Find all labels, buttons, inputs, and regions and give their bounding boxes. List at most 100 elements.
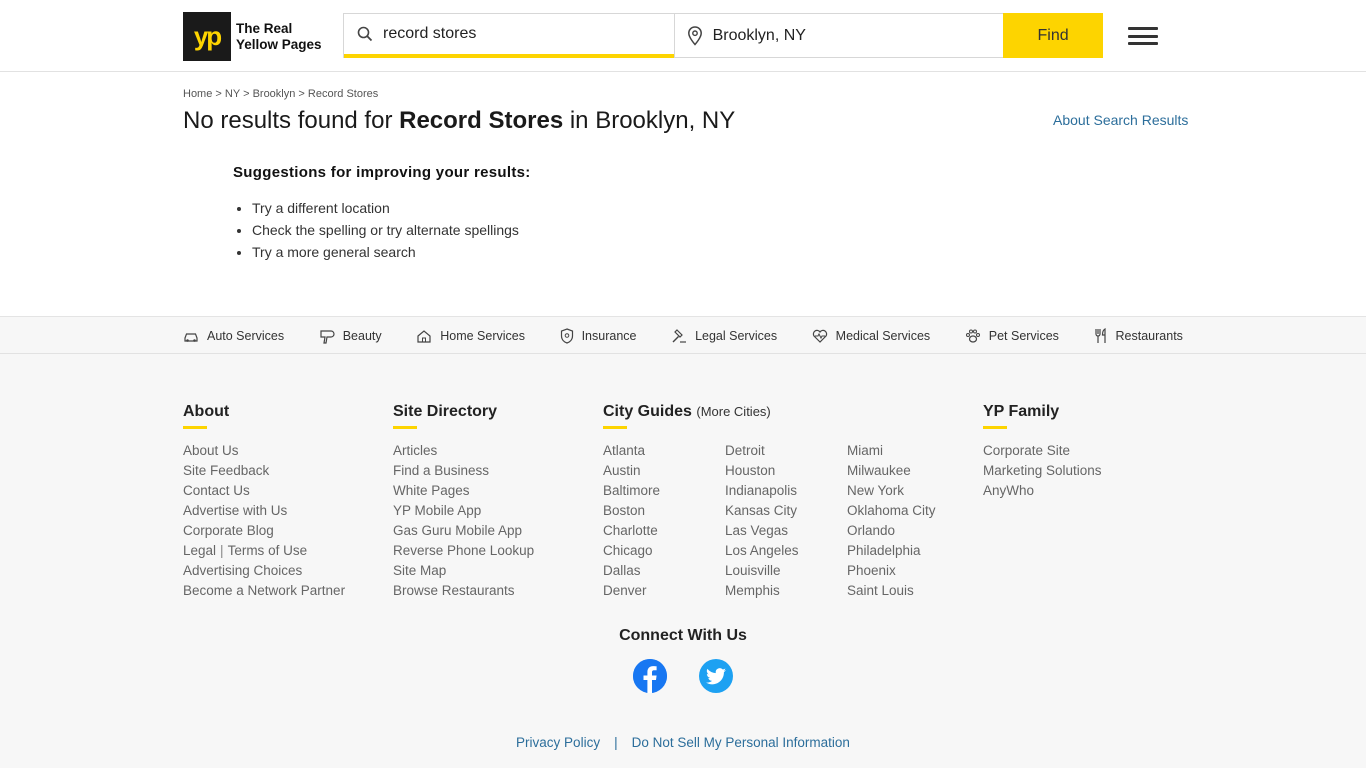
headline-term: Record Stores	[399, 107, 564, 134]
footer-directory-title: Site Directory	[393, 403, 534, 429]
city-link[interactable]: Baltimore	[603, 481, 725, 501]
category-legal-services[interactable]: Legal Services	[671, 328, 777, 344]
city-link[interactable]: Oklahoma City	[847, 501, 969, 521]
footer-link-legal[interactable]: Legal	[183, 543, 216, 558]
city-link[interactable]: Denver	[603, 581, 725, 601]
cities-title-text: City Guides	[603, 403, 692, 420]
footer-link[interactable]: Advertise with Us	[183, 501, 345, 521]
category-label: Auto Services	[207, 328, 285, 343]
city-link[interactable]: Orlando	[847, 521, 969, 541]
search-input[interactable]	[383, 25, 633, 43]
legal-divider: |	[614, 735, 618, 750]
city-link[interactable]: Charlotte	[603, 521, 725, 541]
city-link[interactable]: Chicago	[603, 541, 725, 561]
suggestions-list: Try a different location Check the spell…	[233, 197, 531, 263]
suggestion-item: Check the spelling or try alternate spel…	[252, 219, 531, 241]
site-header: yp The Real Yellow Pages Find	[0, 0, 1366, 72]
city-link[interactable]: Los Angeles	[725, 541, 847, 561]
yp-logo[interactable]: yp The Real Yellow Pages	[183, 12, 322, 61]
house-icon	[417, 329, 431, 343]
breadcrumb-sep: >	[298, 88, 305, 100]
car-icon	[184, 332, 198, 342]
city-link[interactable]: Milwaukee	[847, 461, 969, 481]
twitter-link[interactable]	[699, 659, 733, 693]
do-not-sell-link[interactable]: Do Not Sell My Personal Information	[632, 735, 850, 750]
footer-link[interactable]: Corporate Blog	[183, 521, 345, 541]
heart-pulse-icon	[812, 329, 827, 343]
category-label: Pet Services	[988, 328, 1059, 343]
footer-link[interactable]: Marketing Solutions	[983, 461, 1102, 481]
hairdryer-icon	[320, 329, 335, 344]
city-link[interactable]: Las Vegas	[725, 521, 847, 541]
logo-line2: Yellow Pages	[236, 36, 322, 52]
city-link[interactable]: Indianapolis	[725, 481, 847, 501]
legal-terms-row: Legal | Terms of Use	[183, 541, 345, 561]
footer-link[interactable]: Find a Business	[393, 461, 534, 481]
footer-about: About About Us Site Feedback Contact Us …	[183, 403, 345, 601]
footer-site-directory: Site Directory Articles Find a Business …	[393, 403, 534, 601]
category-label: Insurance	[581, 328, 637, 343]
location-field[interactable]	[673, 14, 1004, 57]
category-insurance[interactable]: Insurance	[560, 327, 637, 344]
privacy-policy-link[interactable]: Privacy Policy	[516, 735, 600, 750]
about-search-results-link[interactable]: About Search Results	[1053, 112, 1188, 128]
breadcrumb-current: Record Stores	[307, 88, 379, 100]
footer-link[interactable]: Advertising Choices	[183, 561, 345, 581]
city-link[interactable]: Louisville	[725, 561, 847, 581]
suggestion-item: Try a different location	[252, 197, 531, 219]
logo-mark-text: yp	[193, 21, 222, 51]
city-link[interactable]: Philadelphia	[847, 541, 969, 561]
city-link[interactable]: Memphis	[725, 581, 847, 601]
connect-heading: Connect With Us	[619, 627, 747, 644]
category-medical-services[interactable]: Medical Services	[812, 328, 930, 343]
facebook-link[interactable]	[633, 659, 667, 693]
results-area: Home > NY > Brooklyn > Record Stores No …	[0, 72, 1366, 317]
location-input[interactable]	[712, 26, 963, 45]
city-link[interactable]: Atlanta	[603, 441, 725, 461]
footer-link[interactable]: White Pages	[393, 481, 534, 501]
category-label: Medical Services	[835, 328, 931, 343]
city-link[interactable]: Detroit	[725, 441, 847, 461]
category-beauty[interactable]: Beauty	[319, 328, 382, 344]
category-bar: Auto Services Beauty Home Services Insur…	[0, 317, 1366, 354]
breadcrumb-home[interactable]: Home	[183, 88, 212, 100]
facebook-icon	[633, 659, 667, 693]
city-link[interactable]: Boston	[603, 501, 725, 521]
city-link[interactable]: Austin	[603, 461, 725, 481]
logo-text: The Real Yellow Pages	[236, 21, 322, 53]
city-link[interactable]: Dallas	[603, 561, 725, 581]
footer-link[interactable]: Site Feedback	[183, 461, 345, 481]
category-label: Legal Services	[695, 328, 778, 343]
city-link[interactable]: Phoenix	[847, 561, 969, 581]
category-home-services[interactable]: Home Services	[416, 328, 525, 344]
footer-link[interactable]: AnyWho	[983, 481, 1102, 501]
breadcrumb-state[interactable]: NY	[225, 88, 240, 100]
search-bar: Find	[343, 13, 1103, 58]
footer-link[interactable]: Corporate Site	[983, 441, 1102, 461]
footer-link[interactable]: Reverse Phone Lookup	[393, 541, 534, 561]
footer-link[interactable]: Contact Us	[183, 481, 345, 501]
city-link[interactable]: Saint Louis	[847, 581, 969, 601]
category-auto-services[interactable]: Auto Services	[183, 329, 284, 343]
city-link[interactable]: Miami	[847, 441, 969, 461]
footer-link[interactable]: About Us	[183, 441, 345, 461]
find-button[interactable]: Find	[1003, 13, 1103, 58]
search-icon	[357, 26, 373, 42]
footer-link[interactable]: Articles	[393, 441, 534, 461]
category-pet-services[interactable]: Pet Services	[965, 328, 1059, 344]
footer-link[interactable]: Site Map	[393, 561, 534, 581]
search-term-field[interactable]	[344, 14, 674, 58]
breadcrumb-city[interactable]: Brooklyn	[253, 88, 296, 100]
city-link[interactable]: Kansas City	[725, 501, 847, 521]
footer-about-title: About	[183, 403, 345, 429]
city-link[interactable]: Houston	[725, 461, 847, 481]
city-link[interactable]: New York	[847, 481, 969, 501]
footer-link[interactable]: Become a Network Partner	[183, 581, 345, 601]
more-cities-link[interactable]: (More Cities)	[696, 404, 770, 419]
footer-link[interactable]: Gas Guru Mobile App	[393, 521, 534, 541]
footer-link-terms[interactable]: Terms of Use	[228, 543, 308, 558]
footer-link[interactable]: YP Mobile App	[393, 501, 534, 521]
footer-link[interactable]: Browse Restaurants	[393, 581, 534, 601]
category-restaurants[interactable]: Restaurants	[1094, 327, 1183, 344]
menu-hamburger-icon[interactable]	[1128, 27, 1158, 45]
